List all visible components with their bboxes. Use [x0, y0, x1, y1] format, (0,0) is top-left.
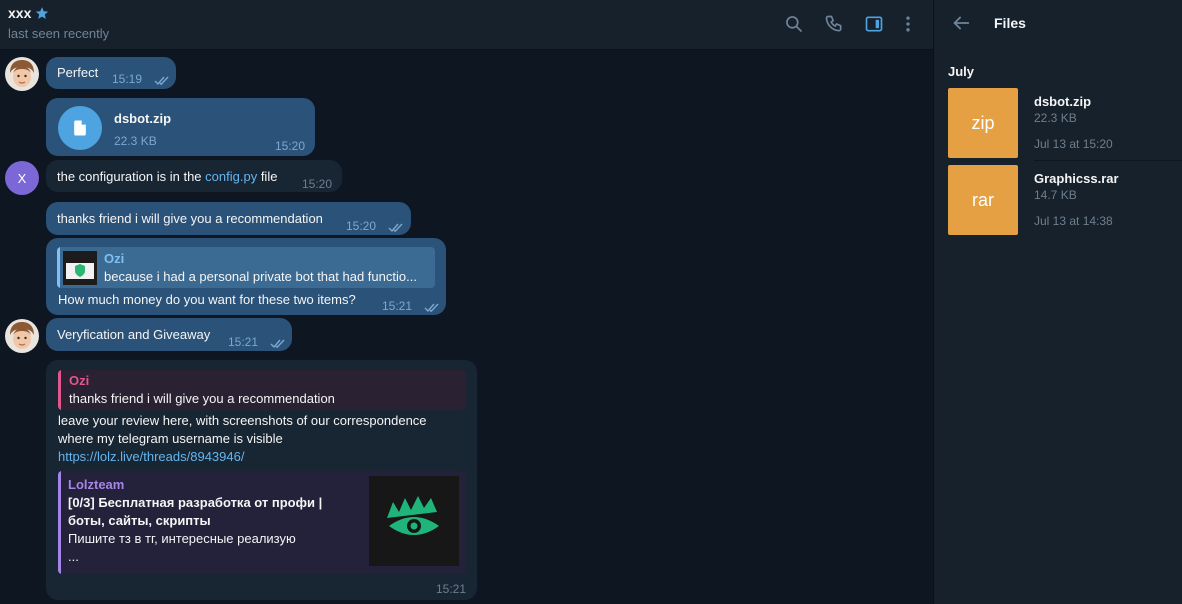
message-bubble[interactable]: thanks friend i will give you a recommen…	[46, 202, 411, 235]
sidebar-toggle-icon[interactable]	[862, 12, 886, 36]
preview-title: боты, сайты, скрипты	[68, 513, 211, 528]
message-text: Veryfication and Giveaway	[57, 327, 211, 342]
document-icon[interactable]	[58, 106, 102, 150]
divider	[1034, 160, 1182, 161]
reply-bar	[58, 370, 61, 410]
avatar[interactable]: X	[5, 161, 39, 195]
double-check-icon	[266, 334, 286, 352]
month-header: July	[948, 64, 975, 79]
reply-author: Ozi	[69, 373, 90, 388]
star-icon	[35, 6, 49, 20]
avatar-letter: X	[17, 170, 27, 186]
preview-site-name: Lolzteam	[68, 477, 125, 492]
message-time: 15:20	[302, 177, 333, 191]
preview-description: Пишите тз в тг, интересные реализую	[68, 531, 296, 546]
message-list[interactable]: Perfect 15:19 dsbot.zip 22.3 KB 15:20 X …	[0, 51, 933, 604]
avatar[interactable]	[5, 319, 39, 353]
more-vertical-icon[interactable]	[896, 12, 920, 36]
file-size: 22.3 KB	[1034, 111, 1077, 125]
chat-area: xxx last seen recently Perfect 15:19 dsb…	[0, 0, 933, 604]
phone-icon[interactable]	[822, 12, 846, 36]
preview-bar	[58, 471, 61, 574]
reply-author: Ozi	[104, 251, 125, 266]
message-time: 15:21	[228, 335, 259, 349]
file-name[interactable]: dsbot.zip	[1034, 94, 1091, 109]
avatar[interactable]	[5, 57, 39, 91]
message-bubble[interactable]: Ozi because i had a personal private bot…	[46, 238, 446, 315]
reply-text: because i had a personal private bot tha…	[104, 269, 417, 284]
message-time: 15:20	[275, 139, 306, 153]
file-size: 22.3 KB	[114, 134, 157, 148]
message-bubble[interactable]: Veryfication and Giveaway 15:21	[46, 318, 292, 351]
message-text: where my telegram username is visible	[58, 431, 283, 446]
double-check-icon	[384, 218, 404, 236]
preview-image[interactable]	[369, 476, 459, 566]
reply-thumbnail	[63, 251, 97, 285]
chat-title[interactable]: xxx	[8, 5, 31, 21]
chat-status: last seen recently	[8, 26, 110, 41]
reply-quote[interactable]: Ozi thanks friend i will give you a reco…	[58, 370, 466, 410]
message-bubble[interactable]: Ozi thanks friend i will give you a reco…	[46, 360, 477, 600]
file-name[interactable]: dsbot.zip	[114, 110, 171, 128]
file-date: Jul 13 at 14:38	[1034, 214, 1113, 228]
message-text: the configuration is in the	[57, 169, 206, 184]
message-bubble[interactable]: Perfect 15:19	[46, 57, 176, 89]
chat-title-row[interactable]: xxx	[8, 5, 49, 21]
message-time: 15:19	[112, 72, 143, 86]
reply-bar	[57, 247, 60, 288]
message-text: How much money do you want for these two…	[58, 292, 356, 307]
file-size: 14.7 KB	[1034, 188, 1077, 202]
file-item[interactable]: rar Graphicss.rar 14.7 KB Jul 13 at 14:3…	[934, 165, 1182, 237]
file-message[interactable]: dsbot.zip 22.3 KB 15:20	[46, 98, 315, 156]
back-arrow-icon[interactable]	[950, 12, 972, 34]
message-link[interactable]: https://lolz.live/threads/8943946/	[58, 448, 244, 466]
message-text: Perfect	[57, 65, 99, 80]
file-name[interactable]: Graphicss.rar	[1034, 171, 1119, 186]
preview-title: [0/3] Бесплатная разработка от профи |	[68, 495, 323, 510]
message-text-suffix: file	[257, 169, 278, 184]
message-text: thanks friend i will give you a recommen…	[57, 211, 323, 226]
search-icon[interactable]	[782, 12, 806, 36]
files-panel: Files July zip dsbot.zip 22.3 KB Jul 13 …	[933, 0, 1182, 604]
double-check-icon	[420, 298, 440, 316]
file-item[interactable]: zip dsbot.zip 22.3 KB Jul 13 at 15:20	[934, 88, 1182, 161]
file-date: Jul 13 at 15:20	[1034, 137, 1113, 151]
double-check-icon	[150, 71, 170, 89]
chat-header: xxx last seen recently	[0, 0, 933, 50]
file-thumbnail[interactable]: rar	[948, 165, 1018, 235]
message-time: 15:21	[382, 299, 413, 313]
message-time: 15:20	[346, 219, 377, 233]
reply-text: thanks friend i will give you a recommen…	[69, 391, 335, 406]
message-time: 15:21	[436, 582, 467, 596]
message-text: leave your review here, with screenshots…	[58, 413, 427, 428]
file-thumbnail[interactable]: zip	[948, 88, 1018, 158]
message-bubble[interactable]: the configuration is in the config.py fi…	[46, 160, 342, 192]
preview-description-more: ...	[68, 549, 79, 564]
link-preview[interactable]: Lolzteam [0/3] Бесплатная разработка от …	[58, 471, 466, 574]
reply-quote[interactable]: Ozi because i had a personal private bot…	[57, 247, 435, 288]
panel-title: Files	[994, 15, 1026, 31]
message-link[interactable]: config.py	[205, 169, 257, 184]
